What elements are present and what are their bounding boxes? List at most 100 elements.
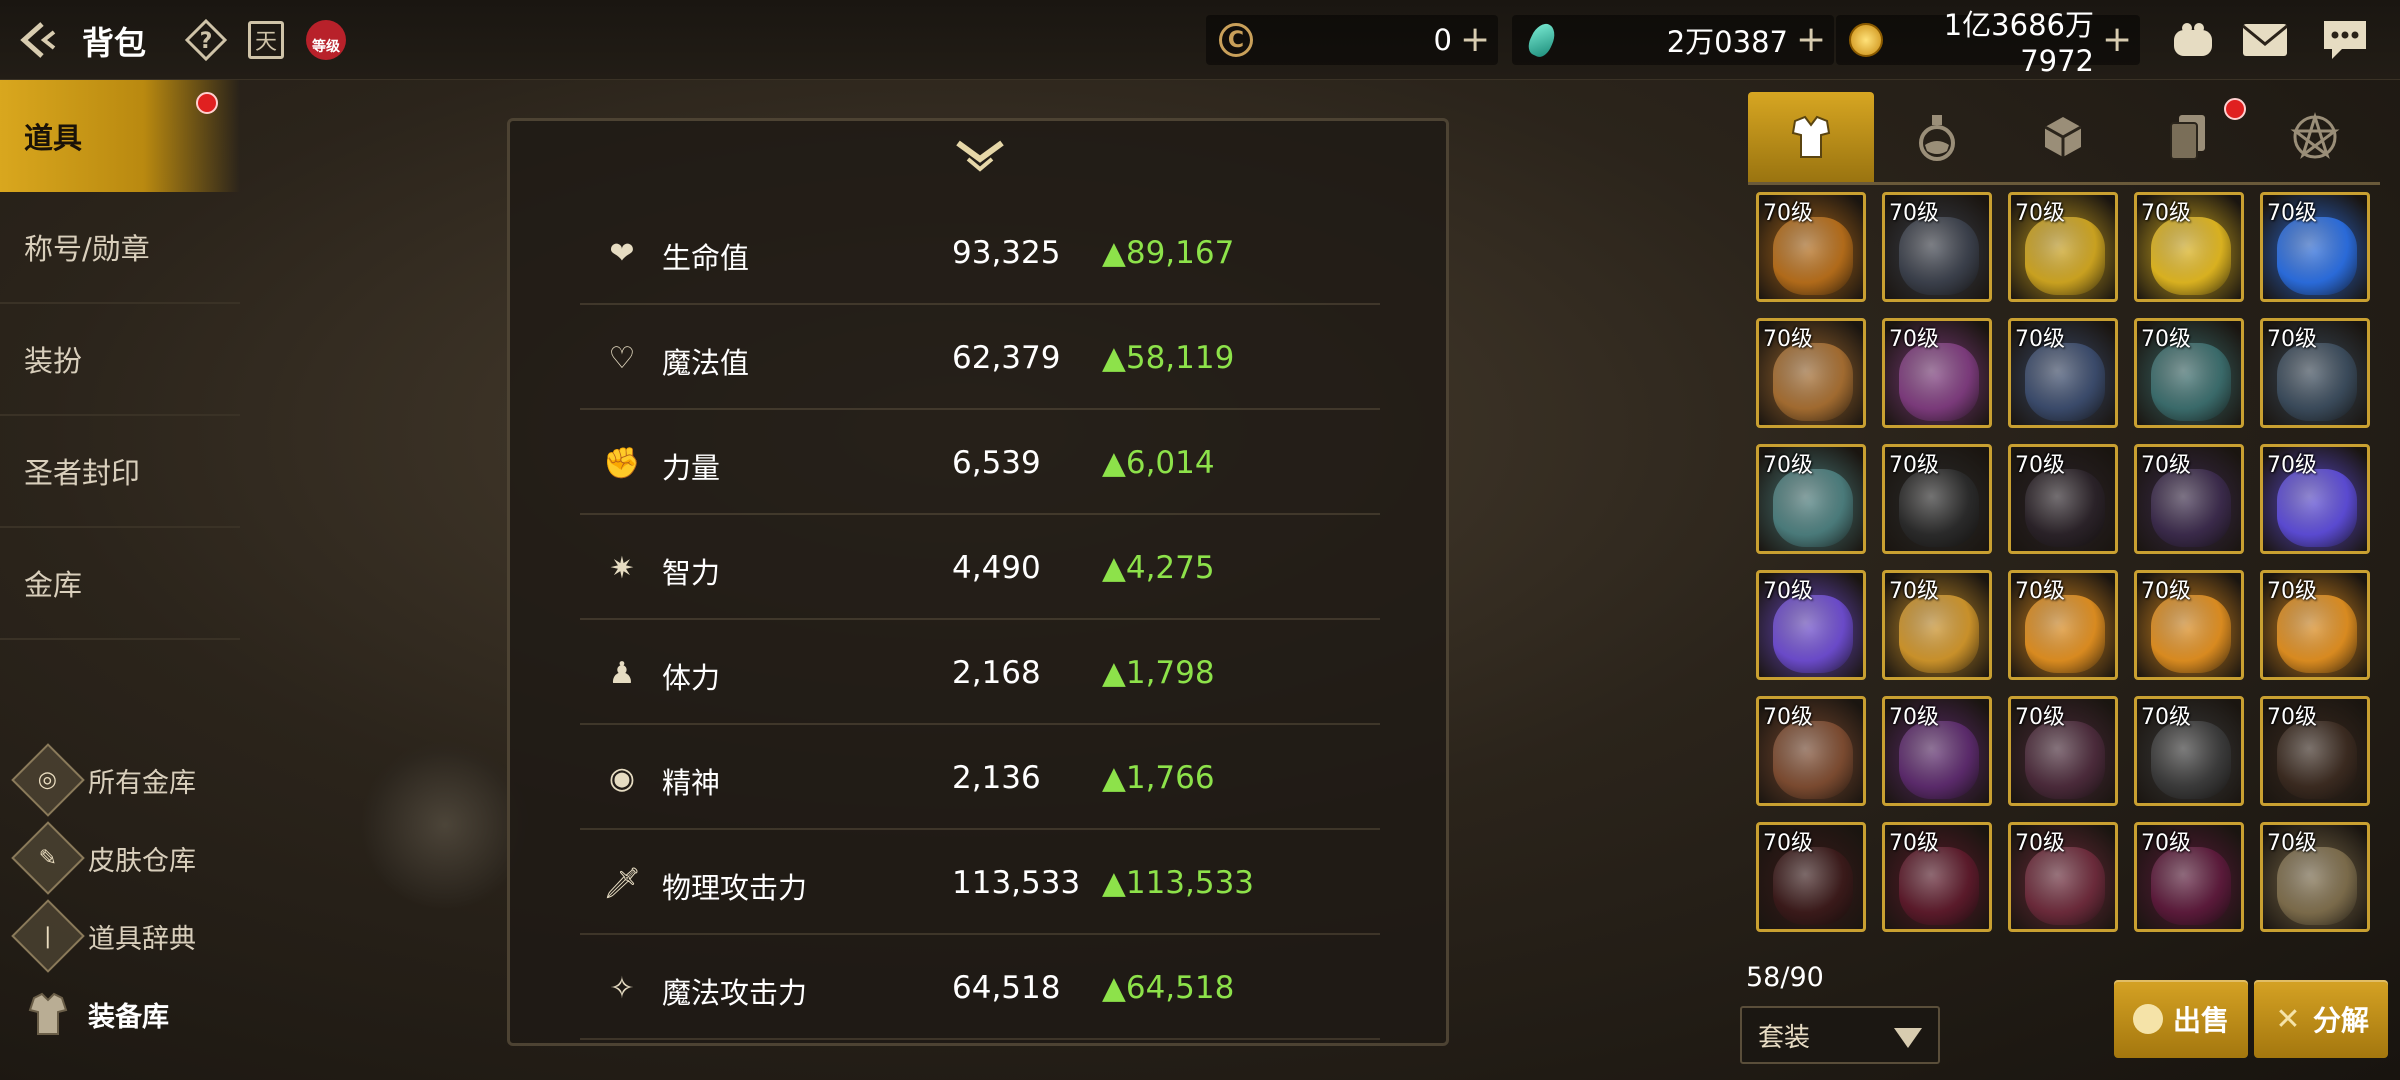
equipment-art [2151, 721, 2231, 799]
stat-value: 4,490 [952, 550, 1041, 586]
item-level: 70级 [2141, 705, 2191, 730]
currency-gold: 1亿3686万7972 + [1836, 8, 2140, 78]
sidebar-item-costume[interactable]: 装扮 [0, 304, 240, 416]
inventory-slot[interactable]: 70级 [2134, 318, 2244, 428]
inventory-slot[interactable]: 70级 [2134, 696, 2244, 806]
inventory-slot[interactable]: 70级 [2008, 696, 2118, 806]
decompose-button[interactable]: ✕ 分解 [2254, 980, 2388, 1058]
inventory-slot[interactable]: 70级 [2260, 822, 2370, 932]
add-currency-button[interactable]: + [2102, 20, 2132, 60]
inventory-slot[interactable]: 70级 [2134, 822, 2244, 932]
inventory-count: 58/90 [1746, 962, 1824, 993]
sidebar-item-items[interactable]: 道具 [0, 80, 240, 192]
sidebar-item-label: 称号/勋章 [24, 232, 150, 266]
inventory-slot[interactable]: 70级 [2260, 318, 2370, 428]
inventory-slot[interactable]: 70级 [2134, 570, 2244, 680]
inventory-slot[interactable]: 70级 [1756, 192, 1866, 302]
stat-row: ✷ 智力 4,490 ▲4,275 [580, 516, 1380, 620]
add-currency-button[interactable]: + [1796, 20, 1826, 60]
sidebar-item-seal[interactable]: 圣者封印 [0, 416, 240, 528]
level-bag-icon[interactable]: 等级 [304, 18, 348, 62]
sidebar-item-vault[interactable]: 金库 [0, 528, 240, 640]
inventory-slot[interactable]: 70级 [1882, 696, 1992, 806]
purse-icon[interactable] [2168, 16, 2218, 64]
inventory-slot[interactable]: 70级 [2008, 192, 2118, 302]
heart-icon: ❤ [609, 235, 635, 271]
item-level: 70级 [2015, 831, 2065, 856]
inventory-slot[interactable]: 70级 [2260, 696, 2370, 806]
inventory-slot[interactable]: 70级 [1756, 444, 1866, 554]
sidebar-item-titles[interactable]: 称号/勋章 [0, 192, 240, 304]
equipment-storage-link[interactable]: 装备库 [22, 982, 169, 1046]
item-level: 70级 [2267, 705, 2317, 730]
stat-increase: ▲113,533 [1102, 865, 1255, 901]
equipment-art [1773, 847, 1853, 925]
sidebar: 道具 称号/勋章 装扮 圣者封印 金库 ◎ 所有金库 ✎ 皮肤仓库 ❘ 道具辞典… [0, 80, 240, 1080]
armor-tab-icon [1791, 115, 1831, 158]
fist-icon: ✊ [603, 445, 641, 481]
top-bar: 背包 ? 天 等级 C 0 + 2万0387 + 1亿3686万7972 + [0, 0, 2400, 80]
item-level: 70级 [2141, 453, 2191, 478]
equipment-art [1899, 847, 1979, 925]
stat-name: 体力 [662, 661, 721, 695]
inventory-slot[interactable]: 70级 [2008, 444, 2118, 554]
stat-increase: ▲1,766 [1102, 760, 1215, 796]
inventory-slot[interactable]: 70级 [2260, 192, 2370, 302]
inventory-slot[interactable]: 70级 [2134, 192, 2244, 302]
inventory-slot[interactable]: 70级 [1756, 822, 1866, 932]
mail-icon[interactable] [2240, 16, 2290, 64]
item-level: 70级 [2267, 201, 2317, 226]
all-vaults-link[interactable]: ◎ 所有金库 [11, 743, 196, 817]
item-level: 70级 [2015, 327, 2065, 352]
item-level: 70级 [2015, 705, 2065, 730]
collapse-chevron-icon[interactable] [950, 135, 1010, 175]
crescent-coin-icon: C [1216, 20, 1256, 60]
inventory-slot[interactable]: 70级 [1882, 192, 1992, 302]
chat-icon[interactable] [2320, 16, 2370, 64]
add-currency-button[interactable]: + [1460, 20, 1490, 60]
tab-special[interactable] [2252, 92, 2378, 182]
dropdown-arrow-icon [1894, 1028, 1922, 1048]
equipment-art [2277, 847, 2357, 925]
inventory-slot[interactable]: 70级 [2260, 444, 2370, 554]
inventory-slot[interactable]: 70级 [1882, 444, 1992, 554]
stat-row: ❤ 生命值 93,325 ▲89,167 [580, 201, 1380, 305]
tab-consumables[interactable] [1874, 92, 2000, 182]
currency-value: 0 [1433, 23, 1452, 57]
sell-button[interactable]: 出售 [2114, 980, 2248, 1058]
inventory-slot[interactable]: 70级 [1882, 822, 1992, 932]
tab-equipment[interactable] [1748, 92, 1874, 182]
inventory-slot[interactable]: 70级 [2260, 570, 2370, 680]
inventory-tabs [1748, 92, 2380, 182]
help-icon[interactable]: ? [184, 18, 228, 62]
stat-increase: ▲58,119 [1102, 340, 1235, 376]
calendar-icon[interactable]: 天 [244, 18, 288, 62]
tab-materials[interactable] [2000, 92, 2126, 182]
filter-dropdown[interactable]: 套装 [1740, 1006, 1940, 1064]
skin-storage-link[interactable]: ✎ 皮肤仓库 [11, 821, 196, 895]
stat-increase: ▲6,014 [1102, 445, 1215, 481]
spark-icon: ✷ [609, 550, 635, 586]
stat-row: ◉ 精神 2,136 ▲1,766 [580, 726, 1380, 830]
inventory-slot[interactable]: 70级 [2008, 570, 2118, 680]
vault-icon: ◎ [11, 743, 85, 817]
inventory-slot[interactable]: 70级 [2134, 444, 2244, 554]
inventory-slot[interactable]: 70级 [2008, 822, 2118, 932]
inventory-slot[interactable]: 70级 [1756, 696, 1866, 806]
inventory-slot[interactable]: 70级 [1882, 570, 1992, 680]
item-level: 70级 [2141, 831, 2191, 856]
item-dictionary-link[interactable]: ❘ 道具辞典 [11, 899, 196, 973]
inventory-slot[interactable]: 70级 [2008, 318, 2118, 428]
stat-value: 64,518 [952, 970, 1061, 1006]
equipment-art [2151, 469, 2231, 547]
equipment-art [2025, 595, 2105, 673]
inventory-slot[interactable]: 70级 [1882, 318, 1992, 428]
inventory-slot[interactable]: 70级 [1756, 318, 1866, 428]
link-label: 道具辞典 [88, 923, 196, 955]
spirit-icon: ◉ [608, 760, 636, 796]
equipment-art [2025, 847, 2105, 925]
item-level: 70级 [2267, 327, 2317, 352]
equipment-art [1773, 721, 1853, 799]
back-arrow-icon[interactable] [14, 18, 60, 62]
inventory-slot[interactable]: 70级 [1756, 570, 1866, 680]
